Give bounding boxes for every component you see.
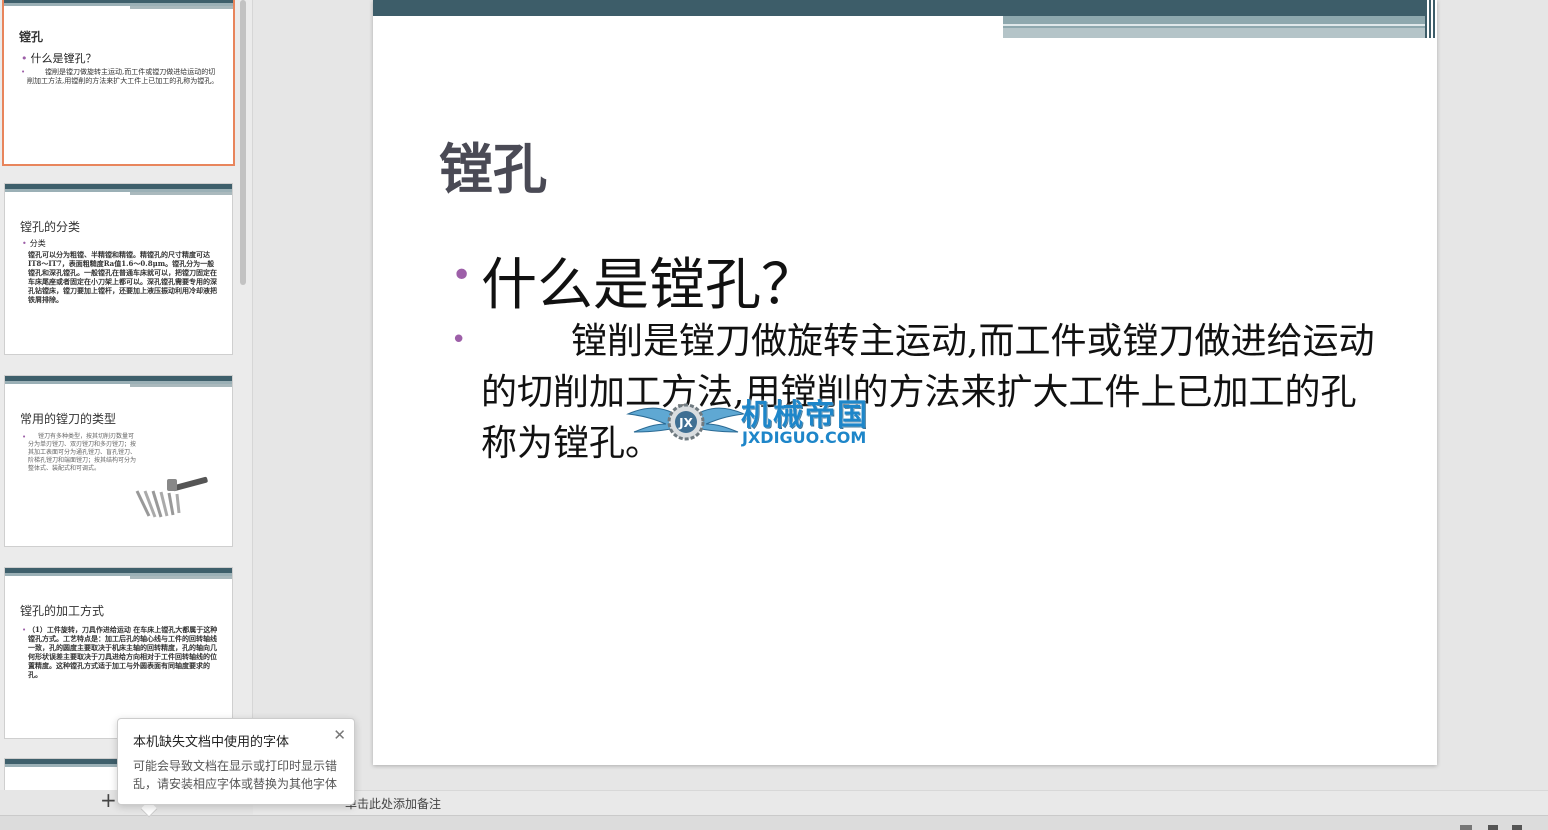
thumbnail-scrollbar-thumb[interactable]	[240, 0, 246, 285]
thumb-bullet-dot: •	[22, 626, 27, 634]
thumb-bullet: 什么是镗孔？	[21, 50, 97, 66]
add-slide-icon[interactable]: +	[100, 788, 117, 812]
thumb-accent-bar	[129, 192, 232, 195]
thumb-body: 镗削是镗刀做旋转主运动,而工件或镗刀做进给运动的切削加工方法,用镗削的方法来扩大…	[27, 68, 219, 85]
thumb-body: 镗孔可以分为粗镗、半精镗和精镗。精镗孔的尺寸精度可达IT8～IT7，表面粗糙度R…	[28, 250, 217, 304]
watermark-url: JXDIGUO.COM	[742, 428, 867, 447]
thumb-title: 镗孔的分类	[20, 220, 81, 234]
slide-accent-bar	[373, 0, 1437, 16]
slide-thumbnail-4[interactable]: 镗孔的加工方式 • （1）工件旋转，刀具作进给运动 在车床上镗孔大都属于这种镗孔…	[4, 567, 233, 739]
missing-font-popup[interactable]: 本机缺失文档中使用的字体 ✕ 可能会导致文档在显示或打印时显示错乱，请安装相应字…	[117, 718, 355, 805]
slide-bullet-heading[interactable]: 什么是镗孔？	[481, 240, 817, 321]
panel-divider[interactable]	[252, 0, 253, 790]
slide-body-text[interactable]: 镗削是镗刀做旋转主运动,而工件或镗刀做进给运动的切削加工方法,用镗削的方法来扩大…	[481, 316, 1381, 469]
thumb-body: （1）工件旋转，刀具作进给运动 在车床上镗孔大都属于这种镗孔方式。工艺特点是：加…	[28, 625, 218, 679]
notes-placeholder[interactable]: 单击此处添加备注	[345, 795, 441, 812]
slide-accent-line	[1003, 24, 1437, 26]
slide-accent-bar	[1003, 28, 1437, 38]
watermark: JX 机械帝国 JXDIGUO.COM	[626, 390, 926, 452]
sorter-view-icon[interactable]	[1488, 825, 1498, 830]
thumb-accent-bar	[129, 6, 233, 9]
reading-view-icon[interactable]	[1512, 825, 1522, 830]
slide-thumbnail-3[interactable]: 常用的镗刀的类型 • 镗刀有多种类型，按其切削刃数量可分为单刃镗刀、双刃镗刀和多…	[4, 375, 233, 547]
bullet-dot: •	[451, 325, 467, 355]
close-icon[interactable]: ✕	[333, 726, 346, 744]
slide-thumbnail-1[interactable]: 镗孔 什么是镗孔？ • 镗削是镗刀做旋转主运动,而工件或镗刀做进给运动的切削加工…	[2, 0, 235, 166]
slide-accent-stripes	[1425, 0, 1437, 38]
boring-tools-image	[135, 476, 208, 518]
slide-canvas[interactable]: 镗孔 • 什么是镗孔？ • 镗削是镗刀做旋转主运动,而工件或镗刀做进给运动的切削…	[373, 0, 1437, 765]
watermark-badge-text: JX	[678, 416, 693, 430]
popup-title: 本机缺失文档中使用的字体	[133, 735, 290, 750]
thumb-accent-bar	[129, 576, 232, 579]
thumb-bullet-dot: •	[21, 68, 26, 76]
normal-view-icon[interactable]	[1460, 825, 1472, 830]
bullet-dot: •	[451, 255, 473, 296]
slide-accent-bar	[1003, 16, 1437, 28]
thumb-bullet-dot: •	[22, 433, 27, 441]
watermark-wings-logo: JX	[626, 403, 746, 441]
popup-message: 可能会导致文档在显示或打印时显示错乱，请安装相应字体或替换为其他字体	[133, 759, 338, 791]
status-bar	[0, 815, 1548, 830]
notes-pane[interactable]	[253, 790, 1548, 815]
thumb-title: 常用的镗刀的类型	[20, 412, 117, 426]
thumb-accent-bar	[129, 384, 232, 387]
thumb-title: 镗孔的加工方式	[20, 604, 105, 618]
slide-title[interactable]: 镗孔	[439, 125, 547, 204]
thumb-title: 镗孔	[19, 30, 44, 44]
thumb-bullet: 分类	[22, 238, 46, 249]
slide-thumbnail-2[interactable]: 镗孔的分类 分类 镗孔可以分为粗镗、半精镗和精镗。精镗孔的尺寸精度可达IT8～I…	[4, 183, 233, 355]
thumb-body: 镗刀有多种类型，按其切削刃数量可分为单刃镗刀、双刃镗刀和多刃镗刀；按其加工表面可…	[28, 433, 137, 472]
slide-thumbnail-panel: 镗孔 什么是镗孔？ • 镗削是镗刀做旋转主运动,而工件或镗刀做进给运动的切削加工…	[0, 0, 252, 790]
